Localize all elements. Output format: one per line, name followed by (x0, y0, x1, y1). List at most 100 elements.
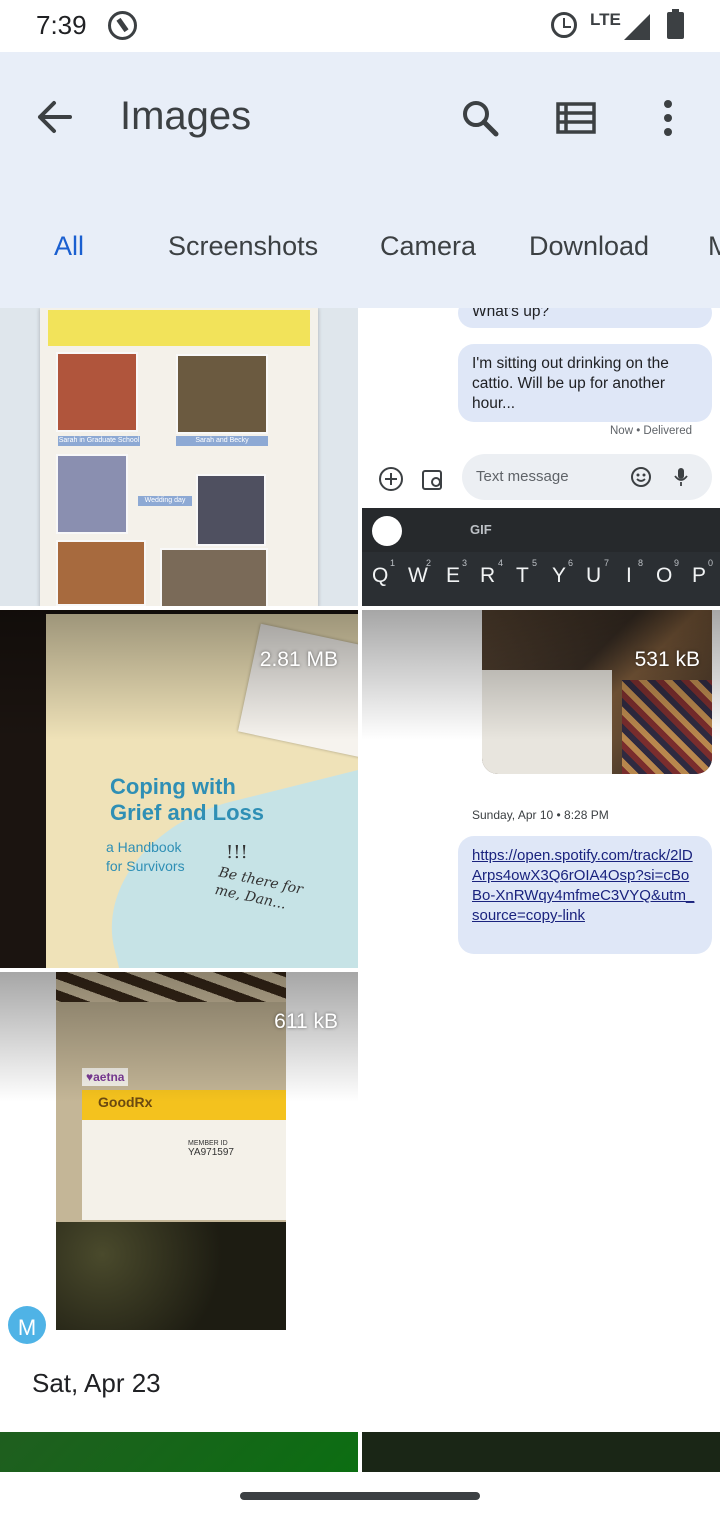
tab-bar: All Screenshots Camera Download M (0, 212, 720, 308)
battery-icon (667, 9, 684, 39)
key-t: T (516, 564, 529, 587)
thumbnail-card[interactable]: ♥aetna GoodRx MEMBER ID YA971597 611 kB (0, 972, 358, 1330)
key-9-hint: 9 (674, 558, 680, 568)
cat-box (482, 670, 612, 774)
book-title-line-1: Coping with (110, 774, 236, 799)
status-bar: 7:39 LTE (0, 0, 720, 52)
scrapbook-photo-5 (56, 540, 146, 606)
message-input: Text message (462, 454, 712, 500)
scrapbook-photo-1 (56, 352, 138, 432)
cat-blanket (622, 680, 712, 774)
gallery-icon (422, 470, 442, 490)
scrapbook-photo-2 (176, 354, 268, 434)
message-bubble: I'm sitting out drinking on the cattio. … (458, 344, 712, 422)
status-time: 7:39 (36, 10, 87, 40)
app-bar: Images All Screenshots Camera Download M (0, 52, 720, 308)
back-button[interactable] (26, 92, 86, 142)
key-y: Y (552, 564, 567, 587)
message-date-separator: Sunday, Apr 10 • 8:28 PM (472, 808, 609, 822)
network-type: LTE (590, 10, 621, 29)
key-1-hint: 1 (390, 558, 396, 568)
keyboard: GIF Q W E R T Y U I O P 1 2 3 4 5 6 7 8 (362, 508, 720, 606)
thumbnail-scrapbook[interactable]: Sarah in Graduate School Sarah and Becky… (0, 308, 358, 606)
list-view-button[interactable] (548, 90, 604, 146)
member-id-value: YA971597 (188, 1147, 234, 1158)
mic-icon (674, 468, 688, 486)
key-2-hint: 2 (426, 558, 432, 568)
message-bubble-partial: What's up? (458, 308, 712, 328)
card-photo: ♥aetna GoodRx MEMBER ID YA971597 (56, 972, 286, 1330)
screen: 7:39 LTE Images All Screenshots Camera D… (0, 0, 720, 1520)
key-u: U (586, 564, 602, 587)
scrapbook-caption-3: Wedding day (138, 496, 192, 506)
add-attachment-icon (379, 467, 403, 491)
file-size-label: 2.81 MB (259, 648, 338, 671)
thumbnail-cat-message[interactable]: 531 kB Sunday, Apr 10 • 8:28 PM https://… (362, 610, 720, 968)
scrapbook-text-strip (48, 310, 310, 346)
more-options-button[interactable] (640, 90, 696, 146)
page-title: Images (120, 94, 252, 138)
gif-key: GIF (470, 522, 492, 537)
book-subtitle: a Handbook for Survivors (106, 838, 185, 876)
scrapbook-page: Sarah in Graduate School Sarah and Becky… (40, 308, 318, 606)
member-id: MEMBER ID YA971597 (188, 1140, 234, 1158)
book-subtitle-line-2: for Survivors (106, 858, 185, 874)
alarm-icon (551, 12, 577, 38)
list-view-icon (556, 102, 596, 134)
aetna-card-label: ♥aetna (82, 1068, 129, 1086)
key-r: R (480, 564, 496, 587)
book-handwriting-marks: !!! (226, 842, 248, 863)
home-gesture-handle[interactable] (240, 1492, 480, 1500)
key-i: I (626, 564, 632, 587)
key-6-hint: 6 (568, 558, 574, 568)
key-4-hint: 4 (498, 558, 504, 568)
signal-icon (624, 14, 650, 40)
tab-download[interactable]: Download (529, 231, 649, 262)
avatar[interactable]: M (8, 1306, 46, 1344)
tab-camera[interactable]: Camera (380, 231, 476, 262)
emoji-icon (631, 467, 651, 487)
scrapbook-photo-4 (196, 474, 266, 546)
card-photo-carpet (56, 1222, 286, 1330)
file-size-label: 611 kB (274, 1010, 338, 1033)
scrapbook-caption-1: Sarah in Graduate School (58, 436, 140, 446)
thumbnail-messages[interactable]: What's up? I'm sitting out drinking on t… (362, 308, 720, 606)
thumbnail-book[interactable]: Coping with Grief and Loss a Handbook fo… (0, 610, 358, 968)
search-button[interactable] (452, 90, 508, 146)
key-7-hint: 7 (604, 558, 610, 568)
tab-all[interactable]: All (54, 231, 84, 262)
tab-screenshots[interactable]: Screenshots (168, 231, 318, 262)
more-vert-icon (664, 100, 672, 136)
key-w: W (408, 564, 428, 587)
scrapbook-photo-6 (160, 548, 268, 606)
tab-more[interactable]: M (708, 231, 720, 262)
key-q: Q (372, 564, 389, 587)
arrow-back-icon (38, 101, 72, 133)
goodrx-label: GoodRx (98, 1094, 153, 1110)
search-icon (463, 101, 499, 137)
book-title-line-2: Grief and Loss (110, 800, 265, 825)
key-3-hint: 3 (462, 558, 468, 568)
scrapbook-caption-2: Sarah and Becky (176, 436, 268, 446)
key-e: E (446, 564, 461, 587)
member-id-label: MEMBER ID (188, 1140, 228, 1147)
book-title: Coping with Grief and Loss (110, 774, 264, 826)
key-0-hint: 0 (708, 558, 714, 568)
book-subtitle-line-1: a Handbook (106, 839, 182, 855)
file-size-label: 531 kB (634, 648, 700, 671)
key-p: P (692, 564, 707, 587)
key-o: O (656, 564, 673, 587)
cat-photo (482, 610, 712, 774)
message-input-placeholder: Text message (476, 468, 569, 485)
thumbnail-next-left[interactable] (0, 1432, 358, 1472)
scrapbook-photo-3 (56, 454, 128, 534)
keyboard-toolbar: GIF (362, 508, 720, 552)
section-date-header: Sat, Apr 23 (32, 1368, 161, 1398)
thumbnail-next-right[interactable] (362, 1432, 720, 1472)
keyboard-collapse-icon (372, 516, 402, 546)
key-5-hint: 5 (532, 558, 538, 568)
vpn-icon (108, 11, 137, 40)
navigation-bar (0, 1472, 720, 1520)
image-grid: Sarah in Graduate School Sarah and Becky… (0, 308, 720, 1472)
link-message-bubble: https://open.spotify.com/track/2lDArps4o… (458, 836, 712, 954)
